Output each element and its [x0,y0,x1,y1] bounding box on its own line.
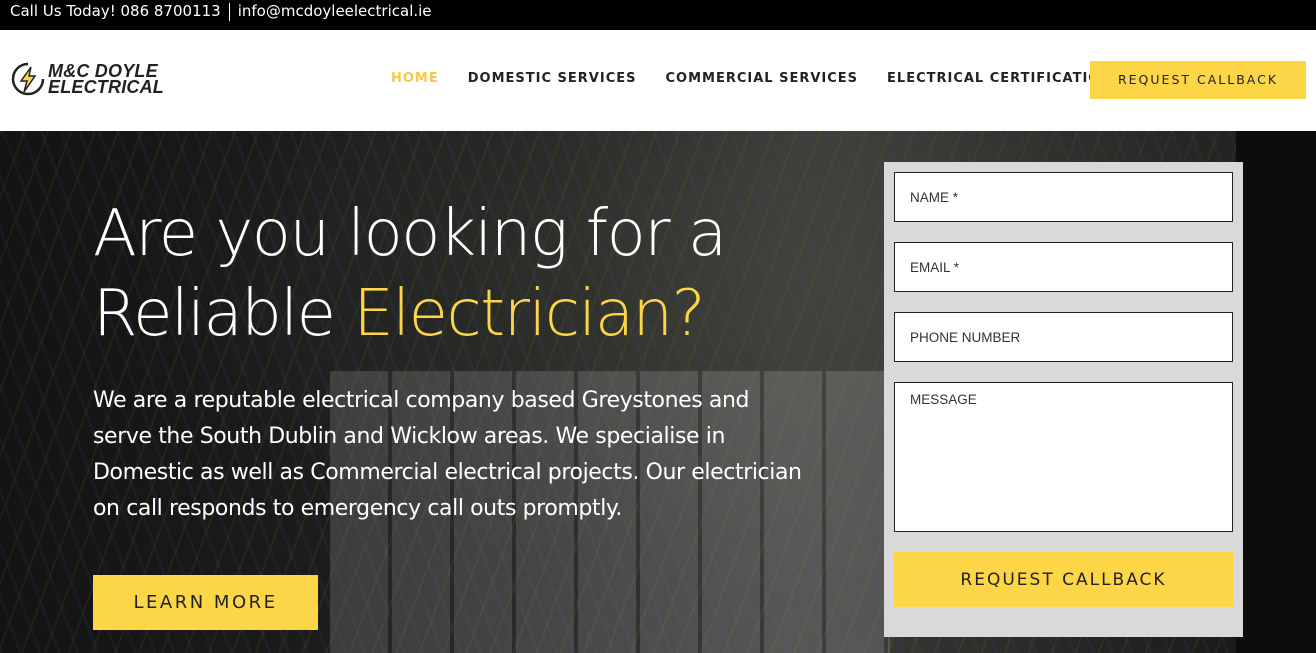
hero-title-line-2-plain: Reliable [93,277,354,351]
lightning-bolt-icon [11,62,45,96]
header-request-callback-button[interactable]: REQUEST CALLBACK [1090,61,1306,99]
email-field[interactable] [894,242,1233,292]
learn-more-button[interactable]: LEARN MORE [93,575,318,630]
nav-home[interactable]: HOME [391,71,439,86]
hero-description: We are a reputable electrical company ba… [93,388,802,521]
logo-text: M&C DOYLE ELECTRICAL [48,62,164,97]
site-header: M&C DOYLE ELECTRICAL HOME DOMESTIC SERVI… [0,30,1316,131]
logo-line-2: ELECTRICAL [48,77,164,97]
phone-field[interactable] [894,312,1233,362]
hero-title: Are you looking for a Reliable Electrici… [93,194,727,354]
call-us-text: Call Us Today! 086 8700113 [10,2,221,20]
hero-title-accent: Electrician? [353,277,705,351]
name-field[interactable] [894,172,1233,222]
hero-title-line-1: Are you looking for a [93,197,727,271]
callback-form: REQUEST CALLBACK [884,162,1243,637]
email-link[interactable]: info@mcdoyleelectrical.ie [238,0,432,22]
top-contact-bar: Call Us Today! 086 8700113 info@mcdoylee… [0,0,1316,30]
hero-right-edge [1236,131,1316,653]
message-field[interactable] [894,382,1233,532]
nav-electrical-certification[interactable]: ELECTRICAL CERTIFICATION [887,71,1112,86]
logo[interactable]: M&C DOYLE ELECTRICAL [10,61,164,97]
hero-section: Are you looking for a Reliable Electrici… [0,131,1316,653]
nav-commercial-services[interactable]: COMMERCIAL SERVICES [665,71,858,86]
form-request-callback-button[interactable]: REQUEST CALLBACK [894,552,1233,607]
nav-domestic-services[interactable]: DOMESTIC SERVICES [468,71,637,86]
divider [228,3,230,21]
main-nav: HOME DOMESTIC SERVICES COMMERCIAL SERVIC… [391,71,1141,86]
